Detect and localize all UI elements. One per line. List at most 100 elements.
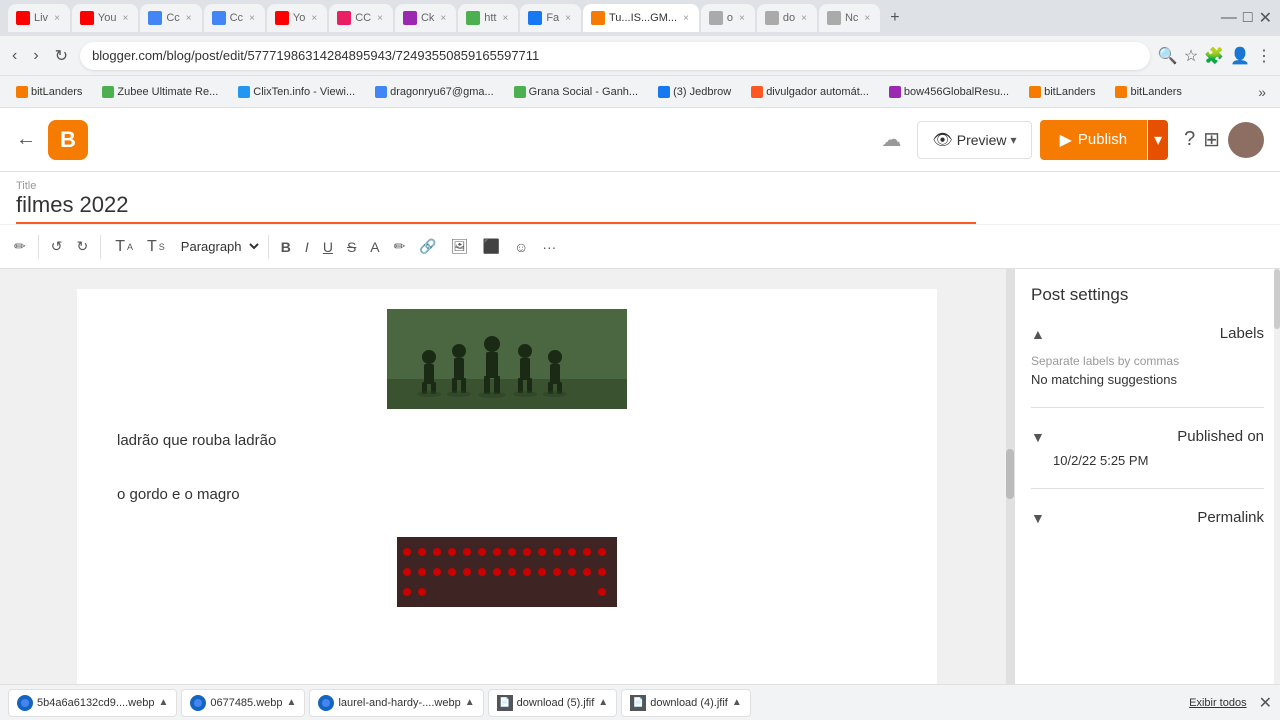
tab-cc1[interactable]: Cc × [140, 4, 201, 32]
forward-button[interactable]: › [29, 43, 42, 69]
tab-cc3[interactable]: CC × [329, 4, 393, 32]
user-avatar[interactable] [1228, 122, 1264, 158]
apps-icon[interactable]: ⊞ [1203, 127, 1220, 152]
profile-icon[interactable]: 👤 [1230, 46, 1250, 66]
maximize-button[interactable]: □ [1243, 9, 1253, 27]
redo-button[interactable]: ↻ [70, 234, 94, 259]
bookmark-zubee[interactable]: Zubee Ultimate Re... [94, 83, 226, 101]
menu-icon[interactable]: ⋮ [1256, 46, 1272, 66]
published-section-header[interactable]: ▼ Published on [1031, 424, 1264, 449]
permalink-section: ▼ Permalink [1031, 505, 1264, 530]
publish-button[interactable]: ▶ Publish [1040, 120, 1148, 160]
close-tab-icon[interactable]: × [563, 13, 573, 24]
strikethrough-button[interactable]: S [341, 235, 362, 259]
close-button[interactable]: ✕ [1259, 8, 1272, 28]
back-to-posts-button[interactable]: ← [16, 128, 36, 151]
download-item-4[interactable]: 📄 download (5).jfif ▲ [488, 689, 618, 717]
paragraph-select[interactable]: Paragraph [173, 234, 262, 259]
text-color-button[interactable]: A [364, 235, 385, 259]
post-title-input[interactable] [16, 192, 976, 224]
close-tab-icon[interactable]: × [438, 13, 448, 24]
tab-fa[interactable]: Fa × [520, 4, 581, 32]
permalink-section-header[interactable]: ▼ Permalink [1031, 505, 1264, 530]
emoji-button[interactable]: ☺ [508, 235, 534, 259]
tab-nc[interactable]: Nc × [819, 4, 880, 32]
layout-button[interactable]: ⬛ [477, 234, 506, 259]
close-tab-icon[interactable]: × [375, 13, 385, 24]
publish-dropdown-button[interactable]: ▾ [1148, 120, 1168, 160]
close-tab-icon[interactable]: × [309, 13, 319, 24]
editor-scrollbar-thumb[interactable] [1006, 449, 1014, 499]
highlight-button[interactable]: ✏ [388, 234, 412, 259]
download-chevron-icon-4[interactable]: ▲ [598, 697, 608, 708]
new-tab-button[interactable]: + [882, 4, 907, 32]
sidebar-scrollbar[interactable] [1274, 269, 1280, 685]
bookmark-grana[interactable]: Grana Social - Ganh... [506, 83, 646, 101]
preview-dropdown-icon[interactable]: ▾ [1011, 133, 1017, 147]
download-chevron-icon[interactable]: ▲ [158, 697, 168, 708]
editor-scrollbar[interactable] [1006, 269, 1014, 685]
reload-button[interactable]: ↻ [51, 42, 72, 70]
close-tab-icon[interactable]: × [500, 13, 510, 24]
italic-button[interactable]: I [299, 235, 315, 259]
download-chevron-icon-3[interactable]: ▲ [465, 697, 475, 708]
download-item-2[interactable]: 0677485.webp ▲ [181, 689, 305, 717]
close-tab-icon[interactable]: × [799, 13, 809, 24]
bookmark-clixten[interactable]: ClixTen.info - Viewi... [230, 83, 363, 101]
download-item-5[interactable]: 📄 download (4).jfif ▲ [621, 689, 751, 717]
link-button[interactable]: 🔗 [413, 234, 442, 259]
undo-button[interactable]: ↺ [45, 234, 69, 259]
close-tab-icon[interactable]: × [52, 13, 62, 24]
labels-section-header[interactable]: ▲ Labels [1031, 321, 1264, 346]
bookmark-bow[interactable]: bow456GlobalResu... [881, 83, 1017, 101]
help-icon[interactable]: ? [1184, 128, 1195, 151]
download-chevron-icon-2[interactable]: ▲ [287, 697, 297, 708]
show-all-downloads-button[interactable]: Exibir todos [1189, 697, 1246, 709]
more-button[interactable]: ··· [536, 235, 562, 259]
font-button[interactable]: TA [109, 234, 139, 260]
extension-icon[interactable]: 🧩 [1204, 46, 1224, 66]
bookmark-divulgador[interactable]: divulgador automát... [743, 83, 877, 101]
close-tab-icon[interactable]: × [737, 13, 747, 24]
close-tab-icon[interactable]: × [184, 13, 194, 24]
sidebar-scrollbar-thumb[interactable] [1274, 269, 1280, 329]
image-button[interactable]: 🖼 [445, 234, 475, 259]
download-item-3[interactable]: laurel-and-hardy-....webp ▲ [309, 689, 483, 717]
close-tab-icon[interactable]: × [120, 13, 130, 24]
close-downloads-bar-button[interactable]: ✕ [1259, 693, 1272, 713]
tab-htt[interactable]: htt × [458, 4, 518, 32]
preview-button[interactable]: 👁 Preview ▾ [917, 121, 1031, 159]
cloud-save-icon[interactable]: ☁ [881, 127, 901, 152]
download-chevron-icon-5[interactable]: ▲ [732, 697, 742, 708]
tab-do[interactable]: do × [757, 4, 817, 32]
editor-text-1[interactable]: ladrão que rouba ladrão [117, 429, 897, 453]
tab-blogger-active[interactable]: Tu...IS...GM... × [583, 4, 699, 32]
minimize-button[interactable]: — [1221, 9, 1237, 27]
close-tab-icon[interactable]: × [681, 13, 691, 24]
tab-yo[interactable]: Yo × [267, 4, 327, 32]
bold-button[interactable]: B [275, 235, 297, 259]
star-icon[interactable]: ☆ [1184, 46, 1198, 66]
underline-button[interactable]: U [317, 235, 339, 259]
close-tab-icon[interactable]: × [247, 13, 257, 24]
download-item-1[interactable]: 5b4a6a6132cd9....webp ▲ [8, 689, 177, 717]
pencil-icon[interactable]: ✏ [8, 234, 32, 259]
editor-scroll-area[interactable]: ladrão que rouba ladrão o gordo e o magr… [0, 269, 1014, 685]
editor-text-2[interactable]: o gordo e o magro [117, 483, 897, 507]
back-button[interactable]: ‹ [8, 43, 21, 69]
bookmark-bitlanders2[interactable]: bitLanders [1021, 83, 1103, 101]
tab-ck[interactable]: Ck × [395, 4, 456, 32]
search-icon[interactable]: 🔍 [1158, 46, 1178, 66]
font-size-button[interactable]: TS [141, 234, 171, 260]
bookmarks-more-button[interactable]: » [1252, 82, 1272, 102]
bookmark-bitlanders3[interactable]: bitLanders [1107, 83, 1189, 101]
bookmark-jedbrow[interactable]: (3) Jedbrow [650, 83, 739, 101]
address-input[interactable] [80, 42, 1150, 70]
tab-o[interactable]: o × [701, 4, 755, 32]
tab-cc2[interactable]: Cc × [204, 4, 265, 32]
tab-you[interactable]: You × [72, 4, 138, 32]
bookmark-bitlanders1[interactable]: bitLanders [8, 83, 90, 101]
tab-liv[interactable]: Liv × [8, 4, 70, 32]
close-tab-icon[interactable]: × [862, 13, 872, 24]
bookmark-dragon[interactable]: dragonryu67@gma... [367, 83, 502, 101]
